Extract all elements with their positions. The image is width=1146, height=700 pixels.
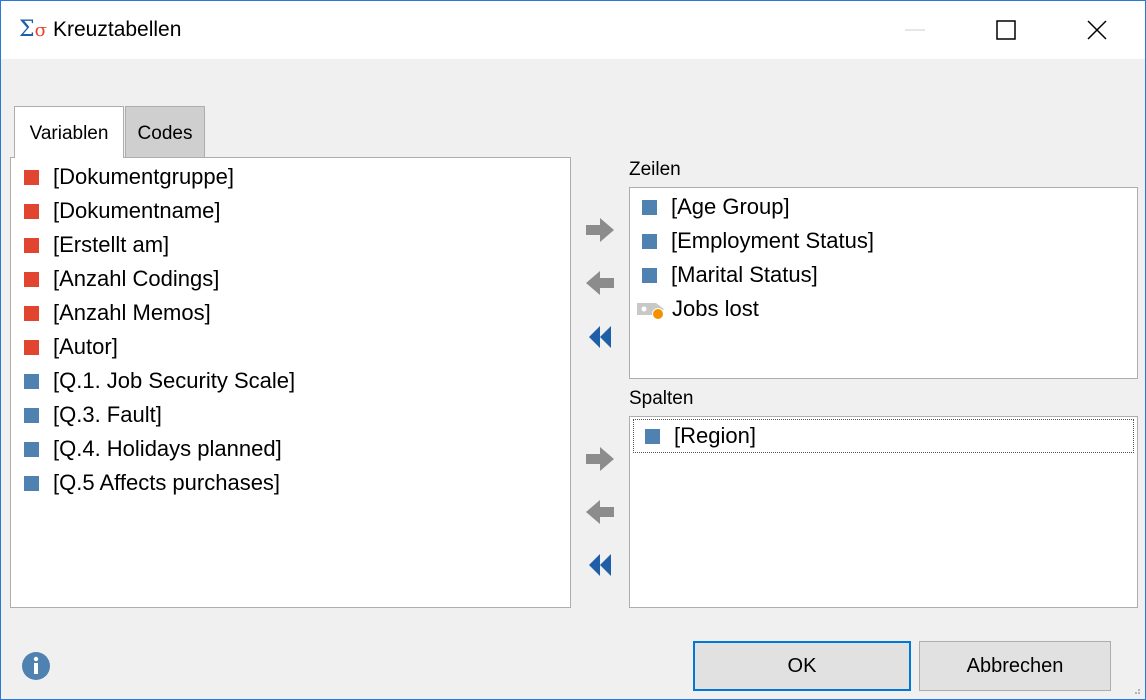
code-tag-icon [637, 303, 664, 320]
variable-square-icon [24, 237, 39, 253]
variable-square-icon [24, 169, 39, 185]
maximize-button[interactable] [976, 1, 1036, 59]
list-item[interactable]: [Employment Status] [630, 224, 874, 258]
variable-square-icon [24, 407, 39, 423]
remove-all-rows-button[interactable] [580, 319, 620, 355]
dialog-window: Σσ Kreuztabellen Variablen Codes [Dokume… [0, 0, 1146, 700]
variable-square-icon [645, 428, 660, 444]
list-item[interactable]: [Dokumentname] [11, 194, 221, 228]
list-item[interactable]: [Autor] [11, 330, 118, 364]
list-item[interactable]: [Q.5 Affects purchases] [11, 466, 280, 500]
arrow-right-icon [586, 218, 614, 242]
arrow-left-icon [586, 500, 614, 524]
double-arrow-left-icon [589, 326, 611, 348]
list-item[interactable]: [Dokumentgruppe] [11, 160, 234, 194]
remove-all-columns-button[interactable] [580, 547, 620, 583]
columns-label: Spalten [629, 388, 694, 409]
arrow-left-icon [586, 271, 614, 295]
variables-list[interactable]: [Dokumentgruppe] [Dokumentname] [Erstell… [10, 157, 571, 608]
variable-square-icon [24, 203, 39, 219]
variable-square-icon [24, 373, 39, 389]
add-to-rows-button[interactable] [580, 212, 620, 248]
columns-list[interactable]: [Region] [629, 416, 1138, 608]
list-item[interactable]: [Age Group] [630, 190, 790, 224]
minimize-button[interactable] [885, 1, 945, 59]
remove-from-columns-button[interactable] [580, 494, 620, 530]
tab-codes[interactable]: Codes [125, 106, 205, 158]
list-item[interactable]: Jobs lost [630, 292, 759, 326]
ok-button[interactable]: OK [693, 641, 911, 691]
remove-from-rows-button[interactable] [580, 265, 620, 301]
cancel-button[interactable]: Abbrechen [919, 641, 1111, 691]
double-arrow-left-icon [589, 554, 611, 576]
variable-square-icon [24, 271, 39, 287]
variable-square-icon [24, 305, 39, 321]
variable-square-icon [642, 267, 657, 283]
variable-square-icon [24, 339, 39, 355]
list-item[interactable]: [Marital Status] [630, 258, 818, 292]
tab-variablen[interactable]: Variablen [14, 106, 124, 158]
variable-square-icon [24, 441, 39, 457]
list-item[interactable]: [Q.4. Holidays planned] [11, 432, 282, 466]
list-item[interactable]: [Erstellt am] [11, 228, 169, 262]
close-button[interactable] [1067, 1, 1127, 59]
window-title: Kreuztabellen [53, 18, 182, 41]
maximize-icon [996, 20, 1016, 40]
list-item[interactable]: [Q.1. Job Security Scale] [11, 364, 295, 398]
list-item[interactable]: [Anzahl Memos] [11, 296, 211, 330]
close-icon [1087, 20, 1107, 40]
sigma-icon: Σσ [19, 17, 47, 42]
resize-grip-icon[interactable] [1131, 685, 1141, 695]
rows-list[interactable]: [Age Group] [Employment Status] [Marital… [629, 187, 1138, 379]
list-item[interactable]: [Anzahl Codings] [11, 262, 219, 296]
info-icon[interactable] [21, 651, 51, 681]
minimize-icon [905, 29, 925, 31]
variable-square-icon [24, 475, 39, 491]
list-item[interactable]: [Q.3. Fault] [11, 398, 162, 432]
variable-square-icon [642, 233, 657, 249]
add-to-columns-button[interactable] [580, 441, 620, 477]
list-item[interactable]: [Region] [633, 419, 1134, 453]
arrow-right-icon [586, 447, 614, 471]
rows-label: Zeilen [629, 159, 681, 180]
variable-square-icon [642, 199, 657, 215]
title-bar[interactable]: Σσ Kreuztabellen [1, 1, 1145, 59]
